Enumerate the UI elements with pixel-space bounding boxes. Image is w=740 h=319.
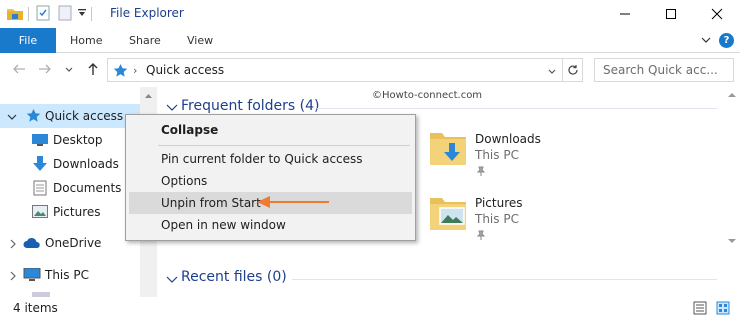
minimize-button[interactable] [602,0,648,28]
pin-icon [476,229,486,243]
recent-locations-chevron-icon[interactable] [64,64,74,78]
item-count: 4 items [13,301,58,315]
customize-toolbar-icon[interactable] [77,7,87,21]
pin-icon [476,165,486,179]
recent-files-header[interactable]: Recent files (0) [181,269,287,285]
address-path[interactable]: Quick access [146,63,224,77]
nav-item-desktop[interactable]: Desktop [0,128,140,152]
nav-item-pictures[interactable]: Pictures [0,200,140,224]
menu-item-open-new-window[interactable]: Open in new window [129,214,412,236]
tab-view[interactable]: View [187,28,213,53]
scroll-up-icon[interactable] [140,89,157,103]
scroll-up-icon[interactable] [724,89,740,101]
folder-location: This PC [475,148,519,162]
folder-name[interactable]: Pictures [475,196,523,210]
collapsed-chevron-icon[interactable] [8,270,18,284]
scroll-down-icon[interactable] [724,235,740,247]
up-arrow-icon[interactable] [86,62,100,79]
maximize-button[interactable] [648,0,694,28]
breadcrumb-separator-icon[interactable]: › [133,64,137,77]
document-icon [33,180,47,199]
menu-item-options[interactable]: Options [129,170,412,192]
address-bar[interactable]: › Quick access [107,58,563,82]
window-title: File Explorer [110,6,184,20]
quick-access-toolbar [6,5,98,23]
new-folder-icon[interactable] [57,5,73,24]
nav-label: Desktop [53,133,103,147]
nav-label: Pictures [53,205,101,219]
group-collapse-icon[interactable] [166,274,178,288]
close-icon [711,8,723,20]
title-bar: File Explorer [0,0,740,28]
pictures-icon [32,205,48,221]
frequent-folders-header[interactable]: Frequent folders (4) [181,98,320,114]
forward-arrow-icon[interactable] [38,62,52,79]
nav-item-onedrive[interactable]: OneDrive [0,231,140,255]
nav-item-downloads[interactable]: Downloads [0,152,140,176]
address-dropdown-icon[interactable] [547,66,557,80]
close-button[interactable] [694,0,740,28]
menu-item-pin-to-quick-access[interactable]: Pin current folder to Quick access [129,148,412,170]
group-divider [317,108,717,109]
nav-label: OneDrive [45,236,102,250]
back-arrow-icon[interactable] [12,62,26,79]
cloud-icon [23,237,41,252]
desktop-icon [32,133,48,150]
properties-icon[interactable] [35,5,51,24]
computer-icon [23,267,41,285]
folder-location: This PC [475,212,519,226]
quick-access-star-icon [113,63,128,81]
menu-item-collapse[interactable]: Collapse [129,119,412,141]
address-row: › Quick access Search Quick acc... [0,53,740,87]
annotation-arrow [257,196,329,208]
nav-label: This PC [45,268,89,282]
navigation-pane: Quick access Desktop Downloads Documents… [0,87,140,297]
context-menu: Collapse Pin current folder to Quick acc… [125,114,416,241]
refresh-icon [567,65,578,75]
status-bar: 4 items [0,297,740,319]
help-icon[interactable]: ? [719,33,734,48]
large-icons-view-icon[interactable] [716,301,730,318]
nav-label: Downloads [53,157,119,171]
toolbar-separator [91,7,92,21]
nav-item-quick-access[interactable]: Quick access [0,104,140,128]
download-icon [32,156,48,175]
menu-separator [158,145,410,146]
watermark-text: ©Howto-connect.com [372,90,483,101]
tab-file[interactable]: File [0,28,56,53]
pictures-folder-icon[interactable] [428,196,468,235]
content-scrollbar[interactable] [724,87,740,297]
tab-home[interactable]: Home [70,28,102,53]
search-box[interactable]: Search Quick acc... [594,58,734,82]
nav-item-this-pc[interactable]: This PC [0,263,140,287]
downloads-folder-icon[interactable] [428,131,468,170]
expand-chevron-icon[interactable] [7,111,17,125]
search-placeholder: Search Quick acc... [603,63,718,77]
star-icon [26,108,41,126]
nav-label: Documents [53,181,122,195]
minimize-icon [620,13,630,15]
group-divider [292,279,717,280]
refresh-button[interactable] [563,58,583,82]
nav-item-documents[interactable]: Documents [0,176,140,200]
collapsed-chevron-icon[interactable] [8,238,18,252]
expand-ribbon-icon[interactable] [700,34,712,49]
ribbon-tabs: File Home Share View ? [0,28,740,53]
toolbar-separator [28,7,29,21]
tab-share[interactable]: Share [129,28,161,53]
folder-name[interactable]: Downloads [475,132,541,146]
folder-app-icon [6,5,24,24]
nav-label: Quick access [45,109,124,123]
details-view-icon[interactable] [693,301,707,318]
maximize-icon [666,9,676,19]
